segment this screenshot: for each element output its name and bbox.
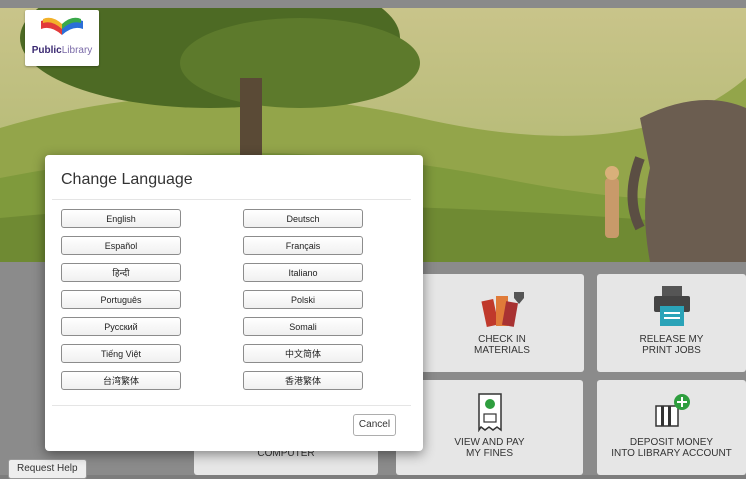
footer-divider	[52, 405, 411, 406]
language-german-button[interactable]: Deutsch	[243, 209, 363, 228]
receipt-icon	[477, 393, 502, 432]
books-icon	[481, 292, 524, 327]
language-simplified-chinese-button[interactable]: 中文简体	[243, 344, 363, 363]
printer-icon	[653, 286, 690, 326]
language-polish-button[interactable]: Polski	[243, 290, 363, 309]
library-logo: PublicLibrary	[25, 10, 99, 66]
view-pay-fines-label: VIEW AND PAY MY FINES	[454, 437, 525, 459]
release-print-jobs-tile[interactable]: RELEASE MY PRINT JOBS	[597, 274, 746, 372]
language-english-button[interactable]: English	[61, 209, 181, 228]
open-book-icon	[41, 17, 83, 35]
release-print-jobs-label: RELEASE MY PRINT JOBS	[639, 334, 704, 356]
request-help-button[interactable]: Request Help	[8, 459, 87, 479]
language-somali-button[interactable]: Somali	[243, 317, 363, 336]
check-in-materials-tile[interactable]: CHECK IN MATERIALS	[420, 274, 584, 372]
dialog-title: Change Language	[61, 171, 193, 188]
language-italian-button[interactable]: Italiano	[243, 263, 363, 282]
logo-text: PublicLibrary	[31, 45, 93, 56]
language-taiwan-traditional-button[interactable]: 台湾繁体	[61, 371, 181, 390]
deposit-icon	[654, 394, 690, 427]
view-pay-fines-tile[interactable]: VIEW AND PAY MY FINES	[396, 380, 583, 475]
language-spanish-button[interactable]: Español	[61, 236, 181, 255]
language-hindi-button[interactable]: हिन्दी	[61, 263, 181, 282]
deposit-money-tile[interactable]: DEPOSIT MONEY INTO LIBRARY ACCOUNT	[597, 380, 746, 475]
language-hongkong-traditional-button[interactable]: 香港繁体	[243, 371, 363, 390]
deposit-money-label: DEPOSIT MONEY INTO LIBRARY ACCOUNT	[611, 437, 732, 459]
change-language-dialog: Change Language English Español हिन्दी P…	[45, 155, 423, 451]
check-in-materials-label: CHECK IN MATERIALS	[474, 334, 530, 356]
language-vietnamese-button[interactable]: Tiếng Việt	[61, 344, 181, 363]
language-portuguese-button[interactable]: Português	[61, 290, 181, 309]
top-bar	[0, 0, 746, 8]
language-french-button[interactable]: Français	[243, 236, 363, 255]
cancel-button[interactable]: Cancel	[353, 414, 396, 436]
header-divider	[52, 199, 411, 200]
language-russian-button[interactable]: Русский	[61, 317, 181, 336]
